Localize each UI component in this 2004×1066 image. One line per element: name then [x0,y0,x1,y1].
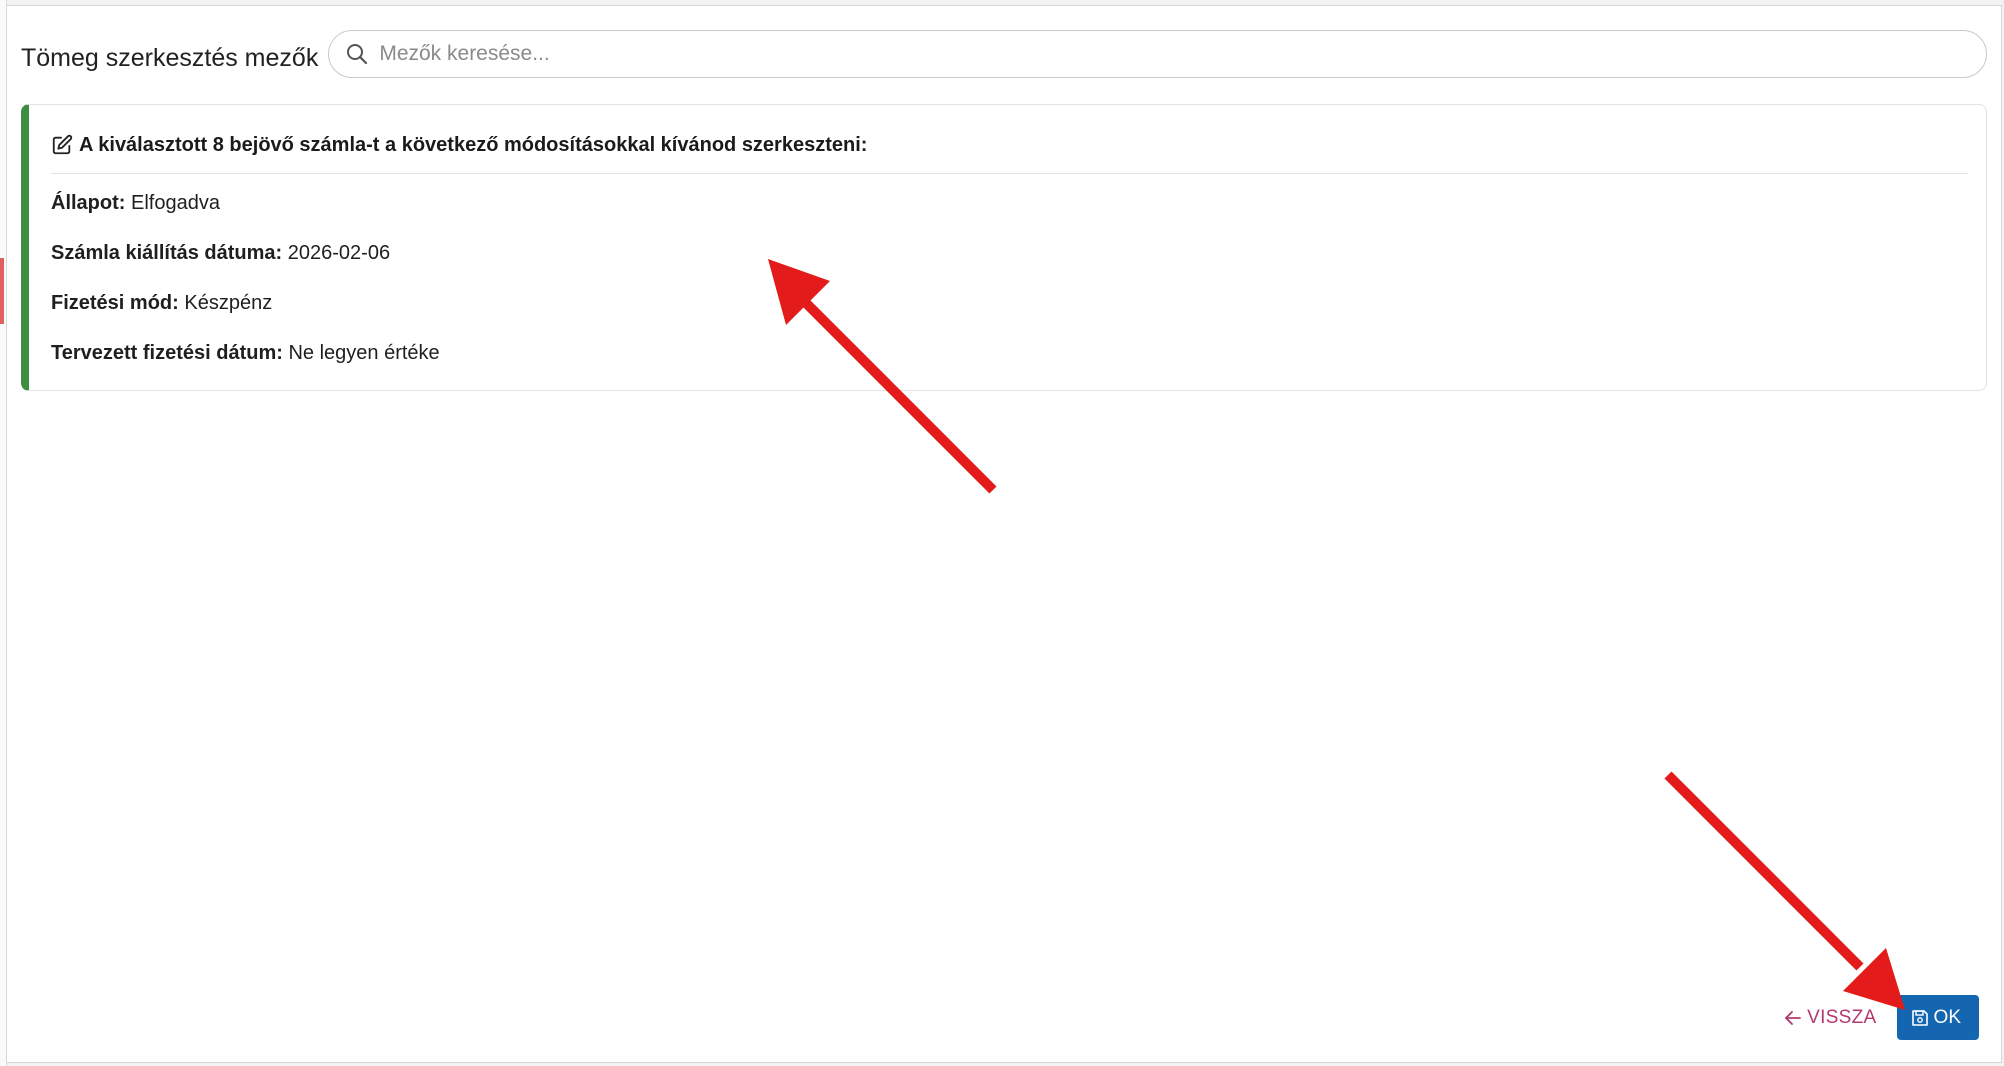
field-label: Számla kiállítás dátuma: [51,242,283,264]
edit-icon [52,134,73,155]
field-label: Fizetési mód: [51,292,179,314]
field-row-payment-method: Fizetési mód: Készpénz [51,292,272,315]
summary-card-header: A kiválasztott 8 bejövő számla-t a követ… [51,127,1968,174]
field-row-invoice-date: Számla kiállítás dátuma: 2026-02-06 [51,242,390,265]
field-row-status: Állapot: Elfogadva [51,192,220,215]
dialog-title: Tömeg szerkesztés mezők [21,43,319,72]
save-icon [1911,1009,1928,1026]
field-value: 2026-02-06 [287,242,391,264]
search-field[interactable] [328,30,1987,78]
dialog-header: Tömeg szerkesztés mezők [21,28,1987,80]
back-button-label: VISSZA [1807,1006,1877,1028]
page: Tömeg szerkesztés mezők A kiválasztott 8… [0,0,2004,1066]
dialog-footer: VISSZA OK [1783,995,1979,1040]
ok-button-label: OK [1933,1006,1961,1028]
field-value: Készpénz [184,292,273,314]
back-button[interactable]: VISSZA [1783,1007,1876,1029]
field-value: Elfogadva [131,192,220,214]
arrow-left-icon [1785,1010,1802,1025]
field-label: Tervezett fizetési dátum: [51,342,283,364]
background-row-highlight [0,258,4,324]
mass-edit-dialog: Tömeg szerkesztés mezők A kiválasztott 8… [6,5,2002,1063]
field-row-planned-payment-date: Tervezett fizetési dátum: Ne legyen érté… [51,342,440,365]
field-value: Ne legyen értéke [288,342,440,364]
search-icon [347,44,368,65]
summary-heading: A kiválasztott 8 bejövő számla-t a követ… [79,133,868,156]
changes-summary-card: A kiválasztott 8 bejövő számla-t a követ… [21,104,1987,391]
search-input[interactable] [377,41,1986,67]
field-label: Állapot: [51,192,126,214]
ok-button[interactable]: OK [1896,995,1979,1040]
